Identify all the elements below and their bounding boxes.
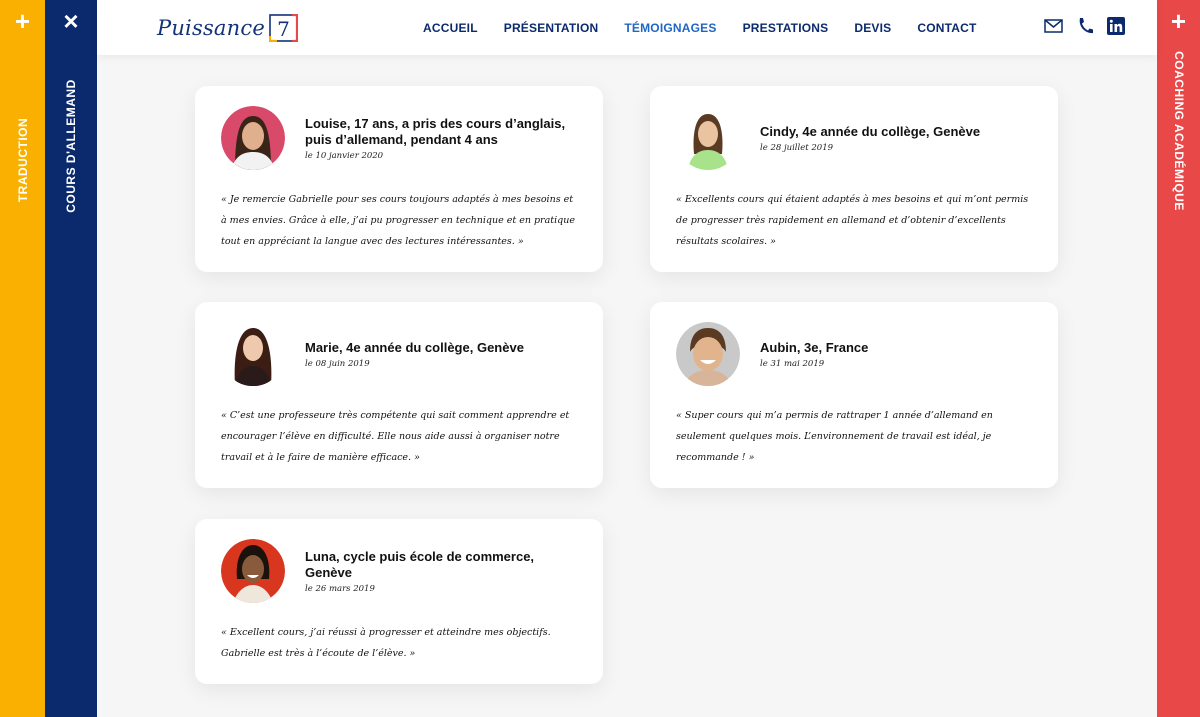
testimonial-name: Cindy, 4e année du collège, Genève: [760, 123, 981, 139]
testimonial-date: le 28 juillet 2019: [760, 142, 834, 153]
side-panel-traduction[interactable]: + TRADUCTION: [0, 0, 45, 717]
nav-prestations[interactable]: PRESTATIONS: [743, 21, 829, 35]
testimonial-card: Cindy, 4e année du collège, Genève le 28…: [650, 86, 1058, 272]
expand-plus-icon[interactable]: +: [0, 8, 45, 34]
nav-temoignages[interactable]: TÉMOIGNAGES: [624, 21, 716, 35]
nav-contact[interactable]: CONTACT: [917, 21, 976, 35]
logo-text: Puissance: [157, 16, 265, 40]
header-contact-icons: [1030, 17, 1125, 35]
testimonial-name: Marie, 4e année du collège, Genève: [305, 339, 524, 355]
main-nav: ACCUEIL PRÉSENTATION TÉMOIGNAGES PRESTAT…: [423, 21, 1003, 35]
site-header: Puissance 7 ACCUEIL PRÉSENTATION TÉMOIGN…: [97, 0, 1157, 55]
testimonial-quote: « Excellent cours, j’ai réussi à progres…: [221, 627, 551, 659]
avatar: [221, 106, 285, 170]
nav-devis[interactable]: DEVIS: [854, 21, 891, 35]
testimonial-card: Luna, cycle puis école de commerce, Genè…: [195, 519, 603, 684]
testimonial-name: Louise, 17 ans, a pris des cours d’angla…: [305, 115, 566, 147]
testimonial-date: le 10 janvier 2020: [305, 150, 384, 161]
avatar: [221, 539, 285, 603]
avatar: [221, 322, 285, 386]
logo-mark-text: 7: [277, 17, 290, 41]
side-label-coaching[interactable]: COACHING ACADÉMIQUE: [1172, 51, 1186, 211]
testimonial-date: le 31 mai 2019: [760, 358, 825, 369]
side-label-cours-allemand[interactable]: COURS D'ALLEMAND: [64, 79, 78, 213]
testimonial-quote: « Super cours qui m’a permis de rattrape…: [676, 410, 993, 463]
testimonial-date: le 26 mars 2019: [305, 583, 375, 594]
testimonial-quote: « Excellents cours qui étaient adaptés à…: [676, 194, 1029, 247]
close-icon[interactable]: ×: [45, 8, 97, 34]
testimonial-name: Luna, cycle puis école de commerce, Genè…: [305, 548, 535, 580]
side-label-traduction[interactable]: TRADUCTION: [16, 118, 30, 202]
logo[interactable]: Puissance 7: [157, 14, 298, 42]
linkedin-icon[interactable]: [1107, 17, 1125, 35]
testimonial-card: Marie, 4e année du collège, Genève le 08…: [195, 302, 603, 488]
testimonial-card: Louise, 17 ans, a pris des cours d’angla…: [195, 86, 603, 272]
side-panel-cours-allemand[interactable]: × COURS D'ALLEMAND: [45, 0, 97, 717]
nav-accueil[interactable]: ACCUEIL: [423, 21, 478, 35]
testimonial-card: Aubin, 3e, France le 31 mai 2019 « Super…: [650, 302, 1058, 488]
testimonial-quote: « C’est une professeure très compétente …: [221, 410, 570, 463]
nav-presentation[interactable]: PRÉSENTATION: [504, 21, 599, 35]
testimonial-date: le 08 juin 2019: [305, 358, 370, 369]
expand-plus-icon[interactable]: +: [1157, 8, 1200, 34]
testimonial-name: Aubin, 3e, France: [760, 339, 869, 355]
avatar: [676, 322, 740, 386]
side-panel-coaching[interactable]: + COACHING ACADÉMIQUE: [1157, 0, 1200, 717]
testimonial-quote: « Je remercie Gabrielle pour ses cours t…: [221, 194, 575, 247]
mail-icon[interactable]: [1044, 19, 1063, 33]
phone-icon[interactable]: [1077, 17, 1093, 35]
logo-mark-icon: 7: [268, 14, 298, 42]
avatar: [676, 106, 740, 170]
